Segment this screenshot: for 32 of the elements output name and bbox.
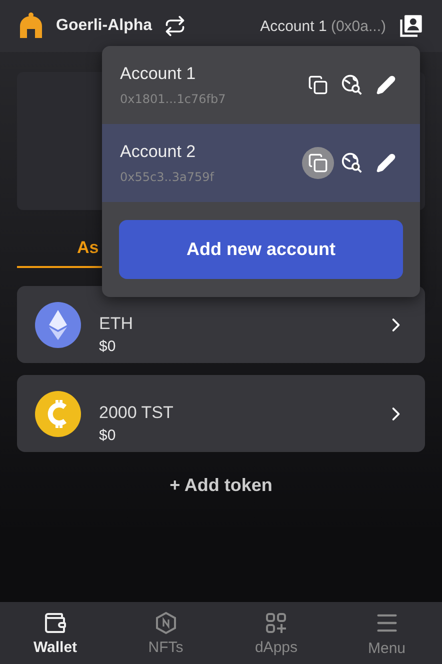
nav-tab[interactable]: Wallet: [0, 602, 110, 664]
nav-tab[interactable]: Menu: [332, 602, 442, 664]
coin-icon: [35, 390, 81, 436]
network-name: Goerli-Alpha: [56, 17, 152, 35]
nav-tab[interactable]: NFTs: [110, 602, 221, 664]
edit-icon[interactable]: [376, 153, 396, 173]
switch-network-icon[interactable]: [164, 15, 186, 37]
contact-card-icon[interactable]: [398, 13, 424, 39]
account-address: 0x1801...1c76fb7: [120, 92, 227, 106]
account-name: Account 1: [120, 64, 197, 84]
wallet-icon: [43, 610, 68, 634]
hexagon-n-icon: [154, 610, 178, 634]
current-account[interactable]: Account 1 (0x0a...): [260, 18, 386, 34]
account-row[interactable]: Account 1 0x1801...1c76fb7: [102, 46, 420, 124]
add-token-button[interactable]: + Add token: [164, 474, 278, 497]
token-value: $0: [99, 426, 117, 444]
helmet-logo-icon: [18, 12, 44, 40]
globe-search-icon[interactable]: [341, 152, 363, 174]
copy-icon[interactable]: [302, 147, 334, 179]
token-value: $0: [99, 338, 117, 354]
account-name: Account 2: [120, 142, 197, 162]
globe-search-icon[interactable]: [341, 74, 363, 96]
nav-tab[interactable]: dApps: [221, 602, 332, 664]
edit-icon[interactable]: [376, 75, 396, 95]
add-account-button[interactable]: Add new account: [119, 220, 403, 279]
token-name: ETH: [99, 314, 134, 334]
token-name: 2000 TST: [99, 402, 174, 422]
account-address: 0x55c3..3a759f: [120, 170, 216, 184]
token-card[interactable]: 2000 TST $0: [17, 375, 425, 452]
apps-grid-icon: [264, 610, 288, 634]
ethereum-icon: [35, 302, 81, 348]
account-row[interactable]: Account 2 0x55c3..3a759f: [102, 124, 420, 202]
